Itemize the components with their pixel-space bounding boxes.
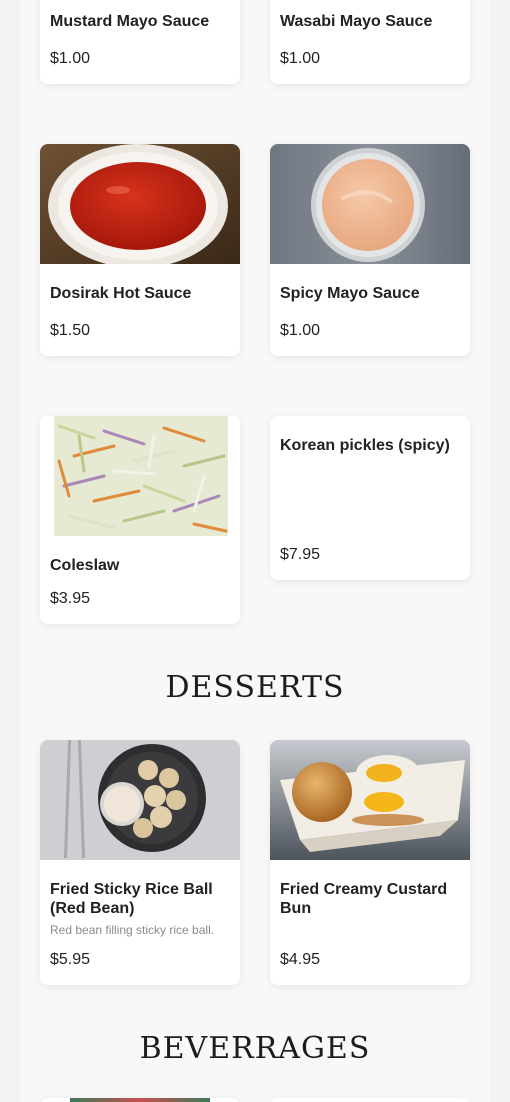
- item-name: Fried Sticky Rice Ball (Red Bean): [50, 881, 213, 917]
- item-name: Dosirak Hot Sauce: [50, 285, 192, 302]
- item-image-hot-sauce: [40, 144, 240, 264]
- menu-item-dosirak-hot-sauce[interactable]: Dosirak Hot Sauce $1.50: [40, 144, 240, 356]
- menu-item-mustard-mayo-sauce[interactable]: Mustard Mayo Sauce $1.00: [40, 0, 240, 84]
- item-name: Fried Creamy Custard Bun: [280, 881, 448, 917]
- item-name: Spicy Mayo Sauce: [280, 285, 420, 302]
- menu-item-beverage-1[interactable]: [40, 1098, 240, 1102]
- item-price: $4.95: [280, 951, 321, 968]
- menu-item-fried-sticky-rice-ball[interactable]: Fried Sticky Rice Ball (Red Bean) Red be…: [40, 740, 240, 985]
- menu-item-coleslaw[interactable]: Coleslaw $3.95: [40, 416, 240, 624]
- item-price: $7.95: [280, 546, 321, 563]
- item-price: $1.50: [50, 322, 91, 339]
- menu-item-wasabi-mayo-sauce[interactable]: Wasabi Mayo Sauce $1.00: [270, 0, 470, 84]
- section-title-desserts: DESSERTS: [165, 670, 345, 705]
- item-price: $1.00: [280, 322, 321, 339]
- item-image-coleslaw: [54, 416, 228, 536]
- menu-page: Mustard Mayo Sauce $1.00 Wasabi Mayo Sau…: [20, 0, 490, 1102]
- item-image-beverage-1: [70, 1098, 210, 1102]
- item-name: Korean pickles (spicy): [280, 437, 450, 454]
- item-price: $5.95: [50, 951, 91, 968]
- section-title-beverages: BEVERRAGES: [139, 1031, 371, 1066]
- item-name: Wasabi Mayo Sauce: [280, 13, 433, 30]
- menu-item-spicy-mayo-sauce[interactable]: Spicy Mayo Sauce $1.00: [270, 144, 470, 356]
- item-image-spicy-mayo: [270, 144, 470, 264]
- item-image-sticky-rice-ball: [40, 740, 240, 860]
- item-description: Red bean filling sticky rice ball.: [50, 923, 215, 937]
- menu-item-beverage-2[interactable]: [270, 1098, 470, 1102]
- item-name: Mustard Mayo Sauce: [50, 13, 210, 30]
- item-price: $3.95: [50, 590, 91, 607]
- item-image-custard-bun: [270, 740, 470, 860]
- menu-item-korean-pickles[interactable]: Korean pickles (spicy) $7.95: [270, 416, 470, 580]
- menu-item-fried-creamy-custard-bun[interactable]: Fried Creamy Custard Bun $4.95: [270, 740, 470, 985]
- item-price: $1.00: [50, 50, 91, 67]
- item-price: $1.00: [280, 50, 321, 67]
- item-name: Coleslaw: [50, 557, 120, 574]
